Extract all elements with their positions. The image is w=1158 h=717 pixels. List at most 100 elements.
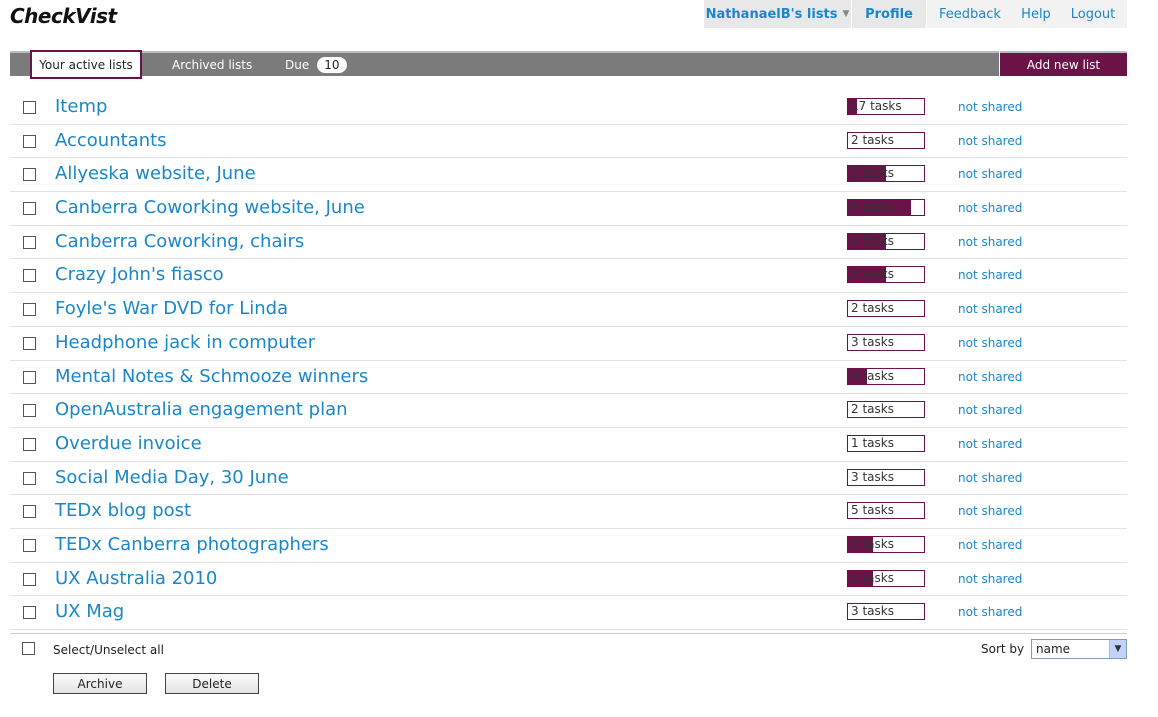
list-title-link[interactable]: Foyle's War DVD for Linda [55, 298, 288, 319]
share-status-link[interactable]: not shared [958, 370, 1022, 384]
share-status-link[interactable]: not shared [958, 201, 1022, 215]
list-title-link[interactable]: TEDx blog post [55, 500, 191, 521]
user-lists-menu[interactable]: NathanaelB's lists ▼ [704, 0, 852, 28]
add-new-list-button[interactable]: Add new list [1000, 51, 1127, 76]
task-progress-bar: 3 tasks [847, 603, 925, 621]
list-row-checkbox[interactable] [23, 336, 36, 350]
share-status-link[interactable]: not shared [958, 336, 1022, 350]
task-progress-bar: 2 tasks [847, 131, 925, 149]
list-row-checkbox[interactable] [23, 404, 36, 418]
task-count: 2 tasks [851, 402, 894, 417]
task-progress-bar: 2 tasks [847, 266, 925, 284]
list-row: UX Australia 2010 3 tasks not shared [10, 563, 1127, 597]
list-title-link[interactable]: Mental Notes & Schmooze winners [55, 366, 368, 387]
list-row-checkbox[interactable] [23, 538, 36, 552]
tab-due-label: Due [285, 57, 310, 72]
task-count: 3 tasks [851, 604, 894, 619]
list-row-checkbox[interactable] [23, 101, 36, 114]
list-row: TEDx Canberra photographers 3 tasks not sh… [10, 529, 1127, 563]
profile-link[interactable]: Profile [852, 0, 927, 28]
divider [10, 633, 1127, 634]
list-title-link[interactable]: UX Australia 2010 [55, 568, 217, 589]
share-status-link[interactable]: not shared [958, 167, 1022, 181]
share-status-link[interactable]: not shared [958, 100, 1022, 114]
chevron-down-icon[interactable]: ▼ [1109, 640, 1126, 658]
list-title-link[interactable]: Itemp [55, 96, 107, 117]
select-all-label[interactable]: Select/Unselect all [53, 643, 164, 657]
list-title-link[interactable]: Overdue invoice [55, 433, 202, 454]
share-status-link[interactable]: not shared [958, 504, 1022, 518]
list-row-checkbox[interactable] [23, 370, 36, 384]
list-row: Accountants 2 tasks not shared [10, 125, 1127, 159]
list-row-checkbox[interactable] [23, 606, 36, 620]
task-count: 3 tasks [851, 334, 894, 349]
list-row-checkbox[interactable] [23, 134, 36, 148]
share-status-link[interactable]: not shared [958, 403, 1022, 417]
chevron-down-icon: ▼ [842, 9, 850, 19]
sort-by-value: name [1036, 642, 1071, 656]
tab-archived-lists[interactable]: Archived lists [172, 53, 252, 76]
task-progress-bar: 5 tasks [847, 502, 925, 520]
task-count: 3 tasks [851, 469, 894, 484]
task-count: 2 tasks [851, 132, 894, 147]
list-row: Canberra Coworking, chairs 4 tasks not sha… [10, 226, 1127, 260]
task-progress-bar: 1 tasks [847, 434, 925, 452]
list-row-checkbox[interactable] [23, 202, 36, 216]
list-title-link[interactable]: TEDx Canberra photographers [55, 534, 329, 555]
task-count: 17 tasks [851, 99, 902, 113]
share-status-link[interactable]: not shared [958, 538, 1022, 552]
list-title-link[interactable]: UX Mag [55, 601, 124, 622]
task-count: 5 tasks [851, 503, 894, 518]
delete-button[interactable]: Delete [165, 673, 259, 694]
list-row-checkbox[interactable] [23, 269, 36, 283]
list-row-checkbox[interactable] [23, 505, 36, 519]
task-progress-bar: 2 tasks [847, 300, 925, 318]
share-status-link[interactable]: not shared [958, 605, 1022, 619]
task-count: 3 tasks [851, 570, 894, 585]
list-title-link[interactable]: Headphone jack in computer [55, 332, 315, 353]
task-count: 6 tasks [851, 200, 894, 215]
list-row-checkbox[interactable] [23, 437, 36, 451]
sort-by-select[interactable]: name ▼ [1031, 639, 1127, 659]
logout-link[interactable]: Logout [1059, 0, 1127, 28]
list-row-checkbox[interactable] [23, 572, 36, 586]
list-row-checkbox[interactable] [23, 235, 36, 249]
share-status-link[interactable]: not shared [958, 235, 1022, 249]
share-status-link[interactable]: not shared [958, 302, 1022, 316]
task-progress-bar: 3 tasks [847, 535, 925, 553]
list-row: Overdue invoice 1 tasks not shared [10, 428, 1127, 462]
list-row-checkbox[interactable] [23, 471, 36, 485]
archive-button[interactable]: Archive [53, 673, 147, 694]
list-row-checkbox[interactable] [23, 303, 36, 317]
select-all-checkbox[interactable] [22, 642, 35, 655]
task-progress-bar: 3 tasks [847, 569, 925, 587]
list-title-link[interactable]: OpenAustralia engagement plan [55, 399, 348, 420]
list-title-link[interactable]: Accountants [55, 130, 167, 151]
help-link[interactable]: Help [1013, 0, 1059, 28]
list-row: Canberra Coworking website, June 6 tasks n… [10, 192, 1127, 226]
list-title-link[interactable]: Social Media Day, 30 June [55, 467, 289, 488]
list-title-link[interactable]: Canberra Coworking, chairs [55, 231, 304, 252]
feedback-link[interactable]: Feedback [927, 0, 1013, 28]
list-row-checkbox[interactable] [23, 168, 36, 182]
share-status-link[interactable]: not shared [958, 437, 1022, 451]
list-title-link[interactable]: Allyeska website, June [55, 163, 256, 184]
task-count: 2 tasks [851, 166, 894, 181]
tab-active-lists[interactable]: Your active lists [30, 50, 142, 79]
list-row: OpenAustralia engagement plan 2 tasks not … [10, 394, 1127, 428]
task-count: 2 tasks [851, 301, 894, 316]
checkvist-logo[interactable]: CheckVist [10, 4, 117, 28]
task-progress-bar: 3 tasks [847, 468, 925, 486]
task-progress-bar: 17 tasks [847, 98, 925, 115]
tab-due[interactable]: Due 10 [285, 53, 347, 76]
task-progress-bar: 3 tasks [847, 333, 925, 351]
share-status-link[interactable]: not shared [958, 134, 1022, 148]
lists-table: Itemp 17 tasks not shared Accountants 2 task… [10, 91, 1127, 630]
share-status-link[interactable]: not shared [958, 268, 1022, 282]
list-title-link[interactable]: Canberra Coworking website, June [55, 197, 365, 218]
list-tabs-bar: Your active lists Archived lists Due 10 [10, 50, 999, 79]
task-progress-bar: 4 tasks [847, 232, 925, 250]
share-status-link[interactable]: not shared [958, 572, 1022, 586]
list-title-link[interactable]: Crazy John's fiasco [55, 264, 224, 285]
share-status-link[interactable]: not shared [958, 471, 1022, 485]
